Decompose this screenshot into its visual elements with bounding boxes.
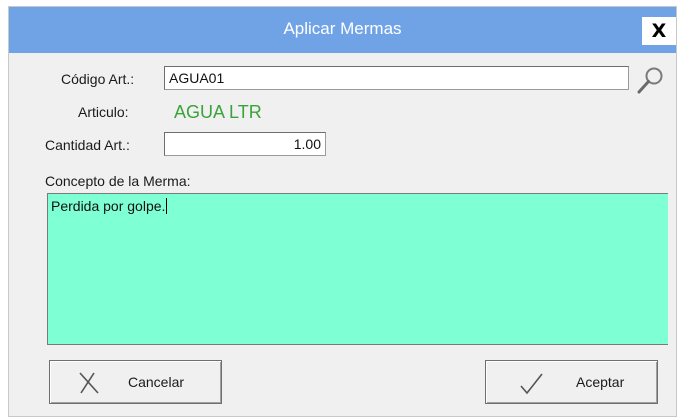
cancel-label: Cancelar (128, 374, 185, 390)
cantidad-label: Cantidad Art.: (45, 137, 130, 153)
articulo-label: Articulo: (78, 104, 129, 120)
articulo-value: AGUA LTR (174, 102, 262, 122)
text-caret (166, 198, 168, 214)
cancel-button[interactable]: Cancelar (49, 360, 222, 404)
close-button[interactable]: X (642, 17, 676, 45)
aplicar-mermas-dialog: Aplicar Mermas X Código Art.: AGUA01 Art… (8, 6, 677, 417)
concepto-label: Concepto de la Merma: (45, 173, 191, 189)
cantidad-input[interactable]: 1.00 (164, 132, 326, 156)
accept-label: Aceptar (576, 374, 625, 390)
codigo-input[interactable]: AGUA01 (164, 66, 629, 90)
concepto-textarea[interactable]: Perdida por golpe. (47, 193, 668, 345)
title-bar: Aplicar Mermas X (9, 7, 676, 53)
codigo-label: Código Art.: (61, 71, 135, 87)
accept-button[interactable]: Aceptar (485, 360, 658, 404)
window-title: Aplicar Mermas (283, 19, 402, 38)
search-icon[interactable] (634, 65, 666, 97)
x-mark-icon (79, 372, 99, 394)
concepto-text: Perdida por golpe. (51, 198, 166, 214)
checkmark-icon (520, 373, 543, 395)
